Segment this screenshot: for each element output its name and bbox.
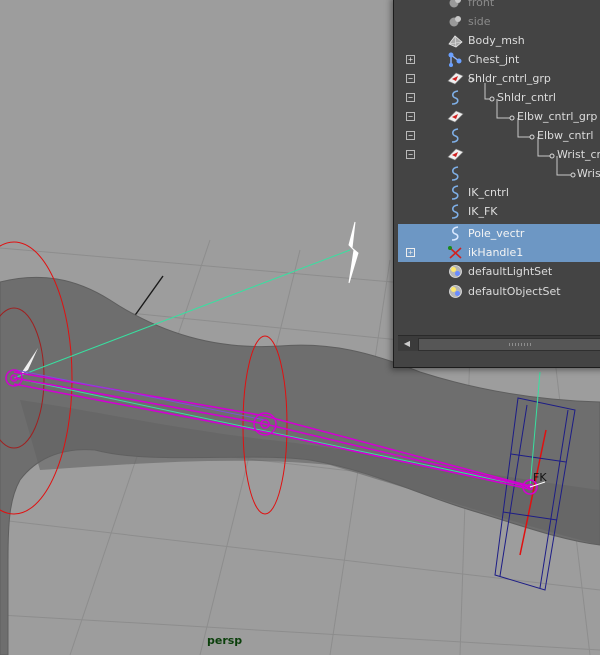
ik-fk-label: FK: [533, 471, 547, 484]
camera-icon: [449, 16, 461, 27]
collapse-toggle[interactable]: −: [406, 131, 415, 140]
curve-icon: [451, 166, 459, 181]
outliner-item-shldr-cntrl[interactable]: − Shldr_cntrl: [398, 88, 600, 107]
mesh-icon: [448, 35, 463, 48]
outliner-item-pole-vectr[interactable]: Pole_vectr: [398, 224, 600, 243]
outliner-item-ikhandle1[interactable]: + ikHandle1: [398, 243, 600, 262]
group-icon: [447, 110, 464, 123]
set-icon: [449, 285, 462, 298]
horizontal-scrollbar[interactable]: ◀: [398, 335, 600, 351]
curve-icon: [451, 204, 459, 219]
joint-icon: [448, 52, 462, 67]
set-icon: [449, 265, 462, 278]
grip-icon: [509, 343, 531, 346]
outliner-item-ik-fk[interactable]: IK_FK: [398, 202, 600, 221]
outliner-item-defaultlightset[interactable]: defaultLightSet: [398, 262, 600, 281]
outliner-item-body-msh[interactable]: Body_msh: [398, 31, 600, 50]
scrollbar-thumb[interactable]: [418, 338, 600, 351]
collapse-toggle[interactable]: −: [406, 112, 415, 121]
scroll-left-icon[interactable]: ◀: [401, 336, 413, 351]
outliner-item-chest-jnt[interactable]: + Chest_jnt: [398, 50, 600, 69]
outliner-item-elbw-cntrl[interactable]: − Elbw_cntrl: [398, 126, 600, 145]
camera-icon: [449, 0, 461, 8]
outliner-item-wrist[interactable]: Wrist_: [398, 164, 600, 183]
outliner-list[interactable]: front side Body_msh + Chest_jnt − Shldr_…: [398, 0, 600, 329]
ik-handle-icon: [448, 246, 462, 259]
expand-toggle[interactable]: +: [406, 55, 415, 64]
curve-icon: [451, 90, 459, 105]
outliner-item-elbw-cntrl-grp[interactable]: − Elbw_cntrl_grp: [398, 107, 600, 126]
camera-name-label: persp: [207, 634, 243, 647]
group-icon: [447, 72, 464, 85]
curve-icon: [451, 226, 459, 241]
outliner-panel[interactable]: front side Body_msh + Chest_jnt − Shldr_…: [393, 0, 600, 368]
curve-icon: [451, 185, 459, 200]
outliner-item-shldr-cntrl-grp[interactable]: − Shldr_cntrl_grp: [398, 69, 600, 88]
curve-icon: [451, 128, 459, 143]
collapse-toggle[interactable]: −: [406, 150, 415, 159]
outliner-item-defaultobjectset[interactable]: defaultObjectSet: [398, 282, 600, 301]
collapse-toggle[interactable]: −: [406, 93, 415, 102]
outliner-item-wrist-cntrl[interactable]: − Wrist_cntrl: [398, 145, 600, 164]
group-icon: [447, 148, 464, 161]
outliner-item-side[interactable]: side: [398, 12, 600, 31]
expand-toggle[interactable]: +: [406, 248, 415, 257]
outliner-item-front[interactable]: front: [398, 0, 600, 12]
pole-vector-control[interactable]: [348, 221, 359, 284]
outliner-item-ik-cntrl[interactable]: IK_cntrl: [398, 183, 600, 202]
collapse-toggle[interactable]: −: [406, 74, 415, 83]
